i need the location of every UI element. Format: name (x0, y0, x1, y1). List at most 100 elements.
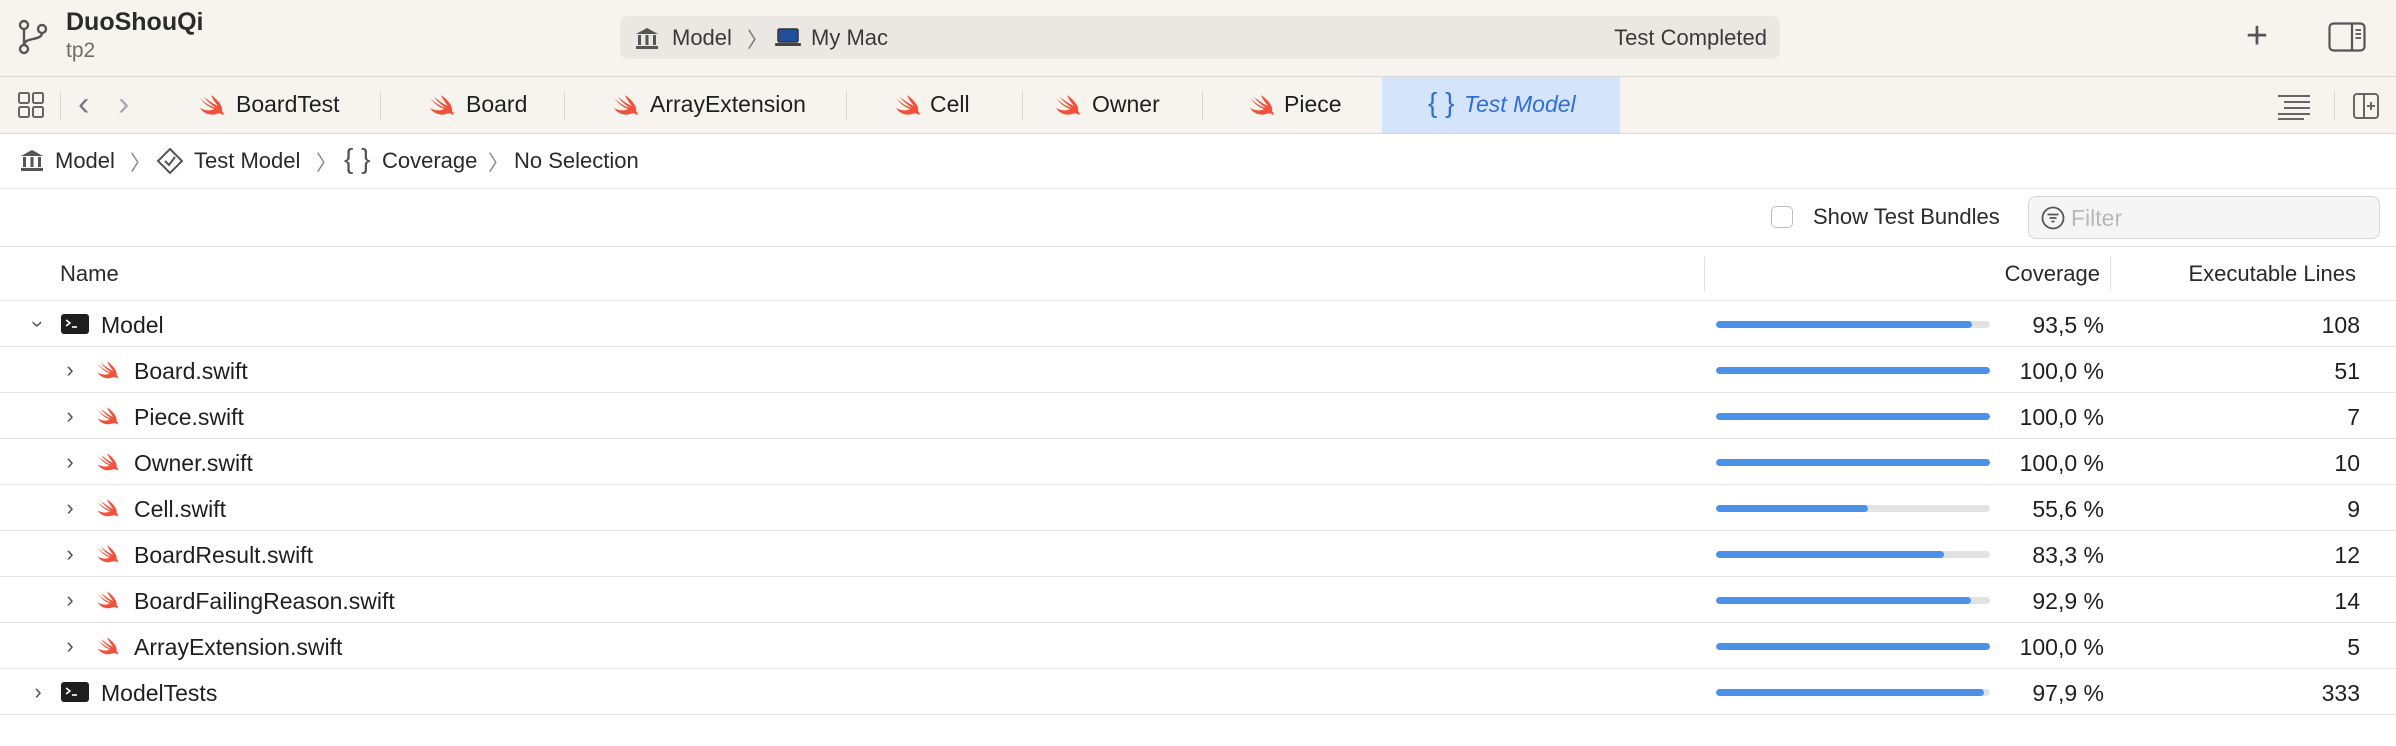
project-name[interactable]: DuoShouQi (66, 8, 203, 37)
related-items-grid-icon[interactable] (17, 91, 45, 119)
coverage-percent: 100,0 % (2019, 634, 2104, 660)
table-row[interactable]: › Owner.swift 100,0 % 10 (0, 439, 2396, 485)
column-separator[interactable] (2110, 257, 2111, 291)
inspector-toggle-icon[interactable] (2328, 22, 2366, 52)
coverage-bar (1716, 459, 1990, 466)
braces-icon: { } (344, 143, 371, 174)
disclosure-chevron-icon[interactable]: › (59, 541, 81, 567)
column-header-executable-lines[interactable]: Executable Lines (2188, 261, 2356, 287)
column-header-name[interactable]: Name (60, 261, 119, 287)
row-name: Board.swift (134, 358, 248, 384)
disclosure-chevron-icon[interactable]: › (25, 313, 51, 335)
tab-label: Cell (930, 91, 970, 117)
disclosure-chevron-icon[interactable]: › (59, 449, 81, 475)
swift-icon (200, 95, 224, 115)
coverage-percent: 92,9 % (2032, 588, 2104, 614)
coverage-percent: 83,3 % (2032, 542, 2104, 568)
coverage-bar-fill (1716, 643, 1990, 650)
chevron-right-icon[interactable]: › (118, 86, 129, 122)
terminal-target-icon (61, 682, 89, 702)
tab-arrayextension[interactable]: ArrayExtension (564, 77, 846, 133)
table-row[interactable]: › BoardFailingReason.swift 92,9 % 14 (0, 577, 2396, 623)
coverage-bar (1716, 689, 1990, 696)
tab-board[interactable]: Board (380, 77, 564, 133)
disclosure-chevron-icon[interactable]: › (59, 587, 81, 613)
breadcrumb-item-model[interactable]: Model (55, 148, 115, 174)
scheme-name[interactable]: Model (672, 25, 732, 51)
table-row[interactable]: › ArrayExtension.swift 100,0 % 5 (0, 623, 2396, 669)
executable-lines: 51 (2334, 358, 2360, 384)
disclosure-chevron-icon[interactable]: › (59, 357, 81, 383)
editor-options-lines-icon[interactable] (2276, 92, 2312, 120)
executable-lines: 108 (2321, 312, 2360, 338)
coverage-percent: 97,9 % (2032, 680, 2104, 706)
coverage-bar-fill (1716, 689, 1985, 696)
coverage-bar (1716, 321, 1990, 328)
tab-separator (2334, 91, 2335, 121)
build-status: Test Completed (1614, 25, 1767, 50)
coverage-bar-fill (1716, 413, 1990, 420)
tab-label: Board (466, 91, 528, 117)
tab-label: Owner (1092, 91, 1160, 117)
terminal-target-icon (61, 314, 89, 334)
add-editor-icon[interactable] (2352, 92, 2380, 120)
coverage-percent: 100,0 % (2019, 358, 2104, 384)
coverage-filter-bar: Show Test Bundles (0, 189, 2396, 247)
tab-piece[interactable]: Piece (1202, 77, 1382, 133)
coverage-table-body: › Model 93,5 % 108 › Board.swift 100,0 %… (0, 301, 2396, 715)
editor-tab-bar: ‹ › BoardTest Board ArrayExtension Cell … (0, 77, 2396, 134)
coverage-bar-fill (1716, 505, 1869, 512)
disclosure-chevron-icon[interactable]: › (27, 679, 49, 705)
scheme-icon (21, 150, 43, 171)
chevron-right-icon: 〉 (488, 152, 509, 175)
tab-cell[interactable]: Cell (846, 77, 1022, 133)
tab-boardtest[interactable]: BoardTest (180, 77, 380, 133)
row-name: Model (101, 312, 164, 338)
swift-icon (97, 499, 118, 517)
source-control-branch-icon[interactable] (16, 19, 50, 55)
coverage-bar-fill (1716, 459, 1990, 466)
row-name: ModelTests (101, 680, 218, 706)
coverage-bar (1716, 643, 1990, 650)
row-name: BoardResult.swift (134, 542, 313, 568)
executable-lines: 10 (2334, 450, 2360, 476)
breadcrumb-item-coverage[interactable]: Coverage (382, 148, 477, 174)
tab-owner[interactable]: Owner (1022, 77, 1202, 133)
disclosure-chevron-icon[interactable]: › (59, 633, 81, 659)
executable-lines: 14 (2334, 588, 2360, 614)
table-row[interactable]: › Piece.swift 100,0 % 7 (0, 393, 2396, 439)
show-test-bundles-label[interactable]: Show Test Bundles (1813, 204, 2000, 230)
braces-icon: { } (1428, 87, 1455, 118)
column-separator[interactable] (1704, 257, 1705, 291)
executable-lines: 5 (2347, 634, 2360, 660)
table-row[interactable]: › ModelTests 97,9 % 333 (0, 669, 2396, 715)
chevron-left-icon[interactable]: ‹ (78, 86, 89, 122)
tab-separator (60, 91, 61, 121)
tab-test-model[interactable]: { } Test Model (1382, 77, 1620, 133)
breadcrumb-item-no-selection[interactable]: No Selection (514, 148, 639, 174)
column-header-coverage[interactable]: Coverage (2005, 261, 2100, 287)
executable-lines: 9 (2347, 496, 2360, 522)
swift-icon (614, 95, 638, 115)
show-test-bundles-checkbox[interactable] (1771, 206, 1793, 228)
swift-icon (97, 545, 118, 563)
tab-label: Piece (1284, 91, 1342, 117)
executable-lines: 7 (2347, 404, 2360, 430)
activity-viewer[interactable]: Model 〉 My Mac Test Completed (620, 16, 1780, 59)
filter-field[interactable] (2028, 196, 2380, 239)
coverage-bar (1716, 551, 1990, 558)
disclosure-chevron-icon[interactable]: › (59, 495, 81, 521)
destination-name[interactable]: My Mac (811, 25, 888, 51)
swift-icon (97, 453, 118, 471)
table-row[interactable]: › Board.swift 100,0 % 51 (0, 347, 2396, 393)
filter-input[interactable] (2071, 202, 2371, 234)
add-library-button[interactable]: + (2240, 16, 2274, 56)
row-name: Cell.swift (134, 496, 227, 522)
disclosure-chevron-icon[interactable]: › (59, 403, 81, 429)
coverage-bar (1716, 597, 1990, 604)
table-row[interactable]: › Model 93,5 % 108 (0, 301, 2396, 347)
breadcrumb-item-test-model[interactable]: Test Model (194, 148, 300, 174)
table-row[interactable]: › BoardResult.swift 83,3 % 12 (0, 531, 2396, 577)
project-branch[interactable]: tp2 (66, 39, 95, 63)
table-row[interactable]: › Cell.swift 55,6 % 9 (0, 485, 2396, 531)
